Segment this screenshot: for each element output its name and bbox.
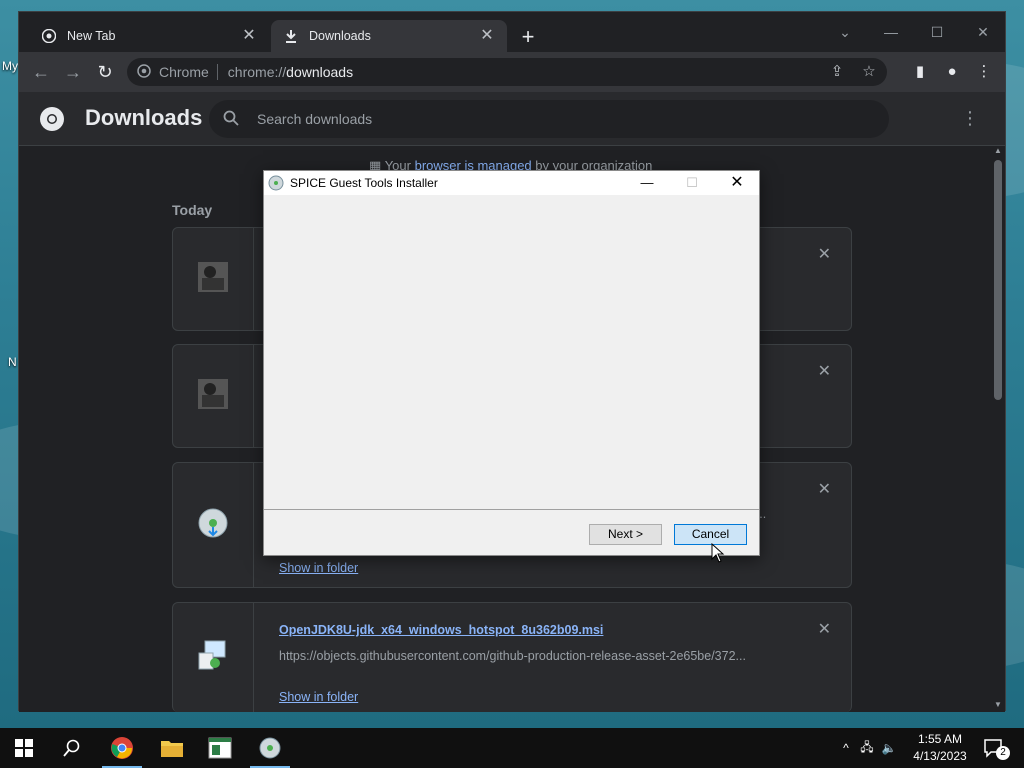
network-icon[interactable]: 🖧 [856, 738, 878, 759]
taskbar-file-explorer[interactable] [148, 728, 196, 768]
desktop-icon-label[interactable]: N [8, 355, 17, 369]
chevron-up-icon[interactable]: ^ [838, 741, 854, 755]
download-filename-link[interactable]: OpenJDK8U-jdk_x64_windows_hotspot_8u362b… [279, 623, 603, 637]
window-app-icon [208, 737, 232, 759]
dialog-titlebar[interactable]: SPICE Guest Tools Installer — ☐ ✕ [264, 171, 759, 195]
remove-download-icon[interactable]: ✕ [818, 361, 831, 381]
file-icon-cell [173, 345, 254, 447]
download-url: https://objects.githubusercontent.com/gi… [279, 649, 746, 663]
file-icon-cell [173, 603, 254, 712]
tab-new-tab[interactable]: New Tab ✕ [29, 20, 269, 52]
cancel-button[interactable]: Cancel [674, 524, 747, 545]
installer-disc-icon [259, 737, 281, 759]
download-icon [283, 28, 299, 44]
search-icon [63, 739, 80, 757]
windows-logo-icon [15, 739, 33, 757]
url-scheme: chrome:// [227, 64, 287, 80]
browser-toolbar: ← → ↻ Chrome chrome:// downloads ⇪ ☆ ▮ ●… [19, 52, 1005, 92]
site-label: Chrome [159, 64, 218, 80]
tab-label: Downloads [309, 29, 371, 43]
more-icon[interactable]: ⋮ [961, 108, 979, 129]
remove-download-icon[interactable]: ✕ [818, 479, 831, 499]
file-icon-cell [173, 463, 254, 587]
download-item: ✕ OpenJDK8U-jdk_x64_windows_hotspot_8u36… [172, 602, 852, 712]
taskbar-app[interactable] [196, 728, 244, 768]
tab-label: New Tab [67, 29, 116, 43]
scroll-up-icon[interactable]: ▲ [991, 146, 1005, 158]
mouse-cursor-icon [711, 543, 725, 563]
tab-downloads[interactable]: Downloads ✕ [271, 20, 507, 52]
scroll-down-icon[interactable]: ▼ [991, 700, 1005, 712]
search-input[interactable]: Search downloads [209, 100, 889, 138]
system-tray: ^ 🖧 🔈 [838, 728, 900, 768]
search-icon [223, 110, 241, 128]
chevron-down-icon[interactable]: ⌄ [822, 18, 868, 46]
next-button[interactable]: Next > [589, 524, 662, 545]
chrome-icon [137, 63, 151, 81]
dialog-maximize-button: ☐ [686, 175, 698, 190]
reload-button[interactable]: ↻ [93, 60, 117, 84]
maximize-button[interactable]: ☐ [914, 18, 960, 46]
desktop-icon-label[interactable]: My [2, 59, 18, 73]
chrome-icon [111, 737, 133, 759]
taskbar: ^ 🖧 🔈 1:55 AM 4/13/2023 2 [0, 728, 1024, 768]
start-button[interactable] [0, 728, 48, 768]
show-in-folder-link[interactable]: Show in folder [279, 690, 358, 704]
url-path: downloads [286, 64, 354, 80]
address-bar[interactable]: Chrome chrome:// downloads ⇪ ☆ [127, 58, 887, 86]
search-placeholder: Search downloads [257, 111, 373, 127]
remove-download-icon[interactable]: ✕ [818, 619, 831, 639]
file-thumbnail-icon [196, 260, 230, 299]
search-button[interactable] [48, 728, 96, 768]
section-heading-today: Today [172, 202, 213, 218]
tab-strip: New Tab ✕ Downloads ✕ + ⌄ — ☐ ✕ [19, 12, 1005, 52]
dialog-title: SPICE Guest Tools Installer [290, 176, 438, 190]
dialog-close-button[interactable]: ✕ [714, 171, 760, 195]
volume-icon[interactable]: 🔈 [878, 741, 900, 755]
close-icon[interactable]: ✕ [479, 28, 495, 44]
notification-count-badge: 2 [996, 746, 1010, 760]
star-icon[interactable]: ☆ [859, 62, 879, 82]
clock-time: 1:55 AM [917, 732, 963, 746]
msi-installer-icon [197, 639, 229, 676]
taskbar-clock[interactable]: 1:55 AM 4/13/2023 [905, 731, 975, 765]
taskbar-chrome[interactable] [98, 728, 146, 768]
forward-button[interactable]: → [61, 60, 85, 84]
dialog-body [264, 195, 759, 510]
file-thumbnail-icon [196, 377, 230, 416]
clock-date: 4/13/2023 [913, 749, 967, 763]
page-title: Downloads [85, 105, 203, 130]
remove-download-icon[interactable]: ✕ [818, 244, 831, 264]
back-button[interactable]: ← [29, 60, 53, 84]
side-panel-icon[interactable]: ▮ [908, 60, 932, 84]
scroll-thumb[interactable] [994, 160, 1002, 400]
installer-dialog: SPICE Guest Tools Installer — ☐ ✕ Next >… [263, 170, 760, 556]
chrome-icon [41, 28, 57, 44]
minimize-button[interactable]: — [868, 18, 914, 46]
window-close-button[interactable]: ✕ [960, 18, 1006, 46]
dialog-minimize-button[interactable]: — [624, 171, 670, 195]
file-icon-cell [173, 228, 254, 330]
chrome-logo-icon [39, 106, 65, 132]
notifications-button[interactable]: 2 [974, 728, 1014, 768]
folder-icon [161, 741, 183, 757]
more-menu-icon[interactable]: ⋮ [972, 60, 996, 84]
installer-disc-icon [268, 175, 284, 191]
show-in-folder-link[interactable]: Show in folder [279, 561, 358, 575]
downloads-header: Downloads Search downloads ⋮ [19, 92, 1005, 146]
taskbar-installer[interactable] [246, 728, 294, 768]
page-scrollbar[interactable]: ▲ ▼ [991, 146, 1005, 712]
new-tab-button[interactable]: + [516, 26, 540, 50]
profile-icon[interactable]: ● [940, 60, 964, 84]
share-icon[interactable]: ⇪ [827, 62, 847, 82]
close-icon[interactable]: ✕ [241, 28, 257, 44]
installer-disc-icon [197, 507, 229, 544]
